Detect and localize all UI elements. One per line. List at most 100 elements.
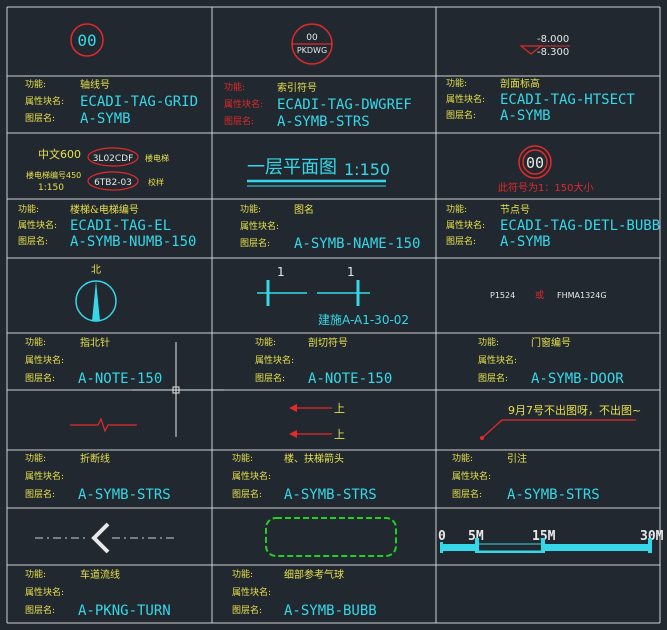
function-label: 功能:: [255, 338, 277, 348]
stair-tag2-note: 校样: [148, 177, 164, 187]
layer-name-label: 图层名:: [25, 606, 56, 616]
block-name-value: ECADI-TAG-EL: [70, 218, 172, 234]
leader-dot: [480, 436, 484, 440]
function-value: 细部参考气球: [284, 570, 344, 581]
function-label: 功能:: [25, 570, 47, 580]
function-label: 功能:: [232, 454, 254, 464]
leader-line: [481, 419, 636, 439]
plan-scale: 1:150: [344, 160, 390, 179]
detail-note: 此符号为1：150大小: [498, 181, 593, 194]
function-value: 门窗编号: [531, 338, 571, 349]
function-value: 剖面标高: [500, 79, 540, 90]
detail-balloon-rect[interactable]: [265, 517, 397, 557]
layer-name-value: A-NOTE-150: [308, 371, 393, 387]
block-name-value: ECADI-TAG-GRID: [80, 94, 199, 110]
function-label: 功能:: [224, 83, 246, 93]
stair-scale-text: 中文600: [38, 147, 81, 161]
block-name-label: 属性块名:: [478, 356, 518, 366]
layer-name-value: A-SYMB: [80, 111, 131, 127]
layer-name-value: A-SYMB-NUMB-150: [70, 234, 197, 250]
layer-name-label: 图层名:: [452, 490, 483, 500]
section-num-1: 1: [277, 265, 285, 279]
layer-name-label: 图层名:: [446, 237, 477, 247]
function-label: 功能:: [452, 454, 474, 464]
function-value: 索引符号: [277, 83, 317, 94]
block-name-label: 属性块名:: [452, 472, 492, 482]
block-name-value: ECADI-TAG-DETL-BUBB: [500, 218, 661, 234]
stair-num-text: 楼电梯编号450: [26, 170, 81, 180]
layer-name-value: A-SYMB: [500, 234, 551, 250]
block-name-value: ECADI-TAG-HTSECT: [500, 92, 635, 108]
layer-name-value: A-SYMB-STRS: [284, 487, 377, 503]
function-value: 楼、扶梯箭头: [284, 454, 344, 465]
block-name-label: 属性块名:: [255, 356, 295, 366]
function-value: 节点号: [500, 205, 530, 216]
layer-name-label: 图层名:: [255, 374, 286, 384]
layer-name-label: 图层名:: [478, 374, 509, 384]
layer-name-value: A-SYMB-NAME-150: [294, 236, 421, 252]
north-label: 北: [91, 264, 101, 276]
block-name-value: ECADI-TAG-DWGREF: [277, 97, 412, 113]
layer-name-label: 图层名:: [232, 490, 263, 500]
block-name-label: 属性块名:: [232, 588, 272, 598]
block-name-label: 属性块名:: [25, 472, 65, 482]
grid-bubble-text: 00: [77, 31, 96, 50]
layer-name-label: 图层名:: [224, 117, 255, 127]
index-symbol-bottom: PKDWG: [297, 46, 327, 55]
function-label: 功能:: [18, 205, 40, 215]
stair-arrow-1-head: [289, 404, 297, 412]
layer-name-value: A-PKNG-TURN: [78, 603, 171, 619]
detail-bubble-text: 00: [526, 154, 544, 172]
block-name-label: 属性块名:: [224, 100, 264, 110]
function-value: 车道流线: [80, 570, 120, 581]
function-value: 剖切符号: [308, 338, 348, 349]
layer-name-label: 图层名:: [25, 374, 56, 384]
layer-name-value: A-SYMB-DOOR: [531, 371, 624, 387]
scale-0: 0: [438, 529, 446, 544]
block-name-label: 属性块名:: [446, 221, 486, 231]
stair-tag1: 3L02CDF: [93, 154, 134, 164]
layer-name-value: A-SYMB-STRS: [277, 114, 370, 130]
layer-name-label: 图层名:: [232, 606, 263, 616]
function-label: 功能:: [25, 454, 47, 464]
function-label: 功能:: [478, 338, 500, 348]
layer-name-value: A-NOTE-150: [78, 371, 163, 387]
elevation-bottom-value: -8.300: [537, 47, 569, 58]
layer-name-label: 图层名:: [25, 490, 56, 500]
layer-name-label: 图层名:: [25, 114, 56, 124]
layer-name-label: 图层名:: [446, 111, 477, 121]
function-value: 楼梯&电梯编号: [70, 205, 139, 216]
layer-name-value: A-SYMB-STRS: [507, 487, 600, 503]
block-name-label: 属性块名:: [446, 95, 486, 105]
north-arrow-icon: [92, 281, 100, 321]
function-label: 功能:: [232, 570, 254, 580]
function-value: 引注: [507, 454, 527, 465]
door-tag-2: FHMA1324G: [557, 291, 607, 300]
stair-up-2: 上: [334, 428, 345, 441]
function-value: 图名: [294, 205, 314, 216]
block-name-label: 属性块名:: [18, 221, 58, 231]
function-value: 指北针: [80, 338, 110, 349]
block-name-label: 属性块名:: [232, 472, 272, 482]
stair-tag1-note: 楼电梯: [145, 153, 169, 163]
index-symbol-top: 00: [306, 33, 318, 43]
block-name-label: 属性块名:: [240, 222, 280, 232]
function-value: 折断线: [80, 454, 110, 465]
layer-name-value: A-SYMB: [500, 108, 551, 124]
block-name-label: 属性块名:: [25, 97, 65, 107]
function-label: 功能:: [25, 80, 47, 90]
door-tag-mid: 或: [535, 289, 544, 301]
section-ref: 建施A-A1-30-02: [318, 313, 409, 327]
plan-title: 一层平面图: [247, 157, 337, 178]
break-line-icon: [70, 417, 137, 433]
function-label: 功能:: [446, 79, 468, 89]
section-num-2: 1: [347, 265, 355, 279]
stair-up-1: 上: [334, 402, 345, 415]
function-label: 功能:: [446, 205, 468, 215]
function-value: 轴线号: [80, 80, 110, 91]
leader-note: 9月7号不出图呀，不出图~: [508, 403, 641, 417]
stair-tag2: 6TB2-03: [94, 178, 132, 188]
cad-legend-canvas: 00 00 PKDWG -8.000 -8.300 中文600 3L02CDF …: [0, 0, 667, 630]
layer-name-label: 图层名:: [240, 239, 271, 249]
stair-scale2: 1:150: [38, 183, 64, 193]
